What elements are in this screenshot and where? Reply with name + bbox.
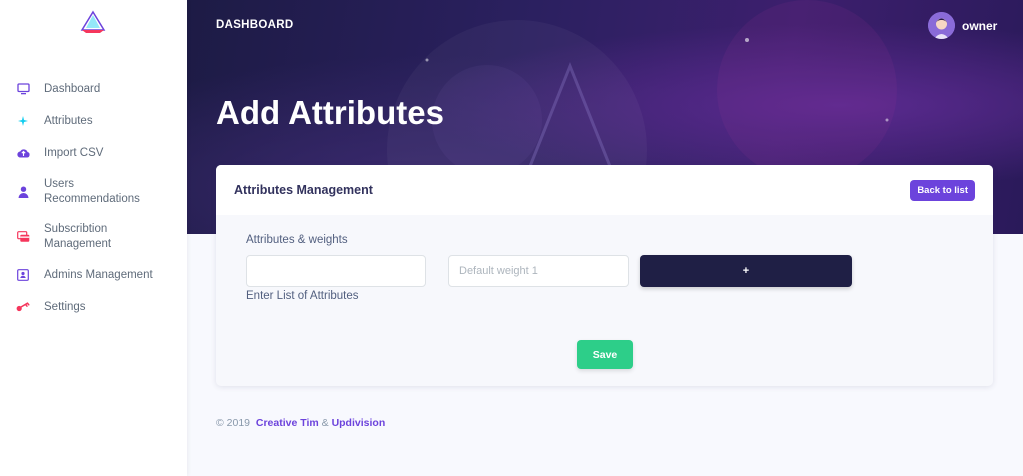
user-name: owner bbox=[962, 18, 998, 33]
key-icon bbox=[16, 300, 30, 314]
attribute-input[interactable] bbox=[246, 255, 426, 287]
attributes-field-label: Attributes & weights bbox=[246, 234, 348, 246]
footer-link-creative-tim[interactable]: Creative Tim bbox=[256, 417, 319, 429]
footer-copyright: © 2019 bbox=[216, 417, 251, 429]
topbar-title[interactable]: DASHBOARD bbox=[216, 19, 293, 31]
save-button[interactable]: Save bbox=[577, 340, 633, 369]
cloud-upload-icon bbox=[16, 146, 30, 160]
weight-input[interactable] bbox=[448, 255, 629, 287]
avatar bbox=[928, 12, 955, 39]
user-menu[interactable]: owner bbox=[928, 12, 997, 39]
monitor-icon bbox=[16, 82, 30, 96]
sidebar-item-label: Attributes bbox=[44, 114, 93, 127]
footer-separator: & bbox=[321, 417, 329, 429]
sidebar-item-label: Dashboard bbox=[44, 82, 101, 95]
sidebar-item-dashboard[interactable]: Dashboard bbox=[0, 73, 187, 105]
sidebar-item-admins-management[interactable]: Admins Management bbox=[0, 259, 187, 291]
brand-logo[interactable] bbox=[80, 10, 106, 34]
sidebar-item-label: Admins Management bbox=[44, 268, 153, 281]
sidebar-item-label: Settings bbox=[44, 300, 86, 313]
attributes-card: Attributes Management Back to list Attri… bbox=[216, 165, 993, 386]
back-to-list-button[interactable]: Back to list bbox=[910, 179, 975, 201]
sidebar-item-subscription-management[interactable]: Subscribtion Management bbox=[0, 214, 187, 259]
cards-icon bbox=[16, 230, 30, 244]
footer: © 2019 Creative Tim & Updivision bbox=[216, 417, 385, 429]
card-title: Attributes Management bbox=[234, 183, 373, 197]
sidebar-item-label: Import CSV bbox=[44, 146, 104, 159]
sidebar-item-attributes[interactable]: Attributes bbox=[0, 105, 187, 137]
sidebar-item-settings[interactable]: Settings bbox=[0, 291, 187, 323]
sparkle-icon bbox=[16, 114, 30, 128]
add-attribute-button[interactable]: + bbox=[640, 255, 852, 287]
page-title: Add Attributes bbox=[216, 94, 444, 131]
sidebar-nav: Dashboard Attributes Import CSV Users Re… bbox=[0, 73, 187, 323]
id-card-icon bbox=[16, 268, 30, 282]
card-header: Attributes Management Back to list bbox=[216, 165, 993, 215]
user-icon bbox=[16, 185, 30, 199]
sidebar-item-label: Subscribtion Management bbox=[44, 222, 112, 250]
sidebar-item-users-recommendations[interactable]: Users Recommendations bbox=[0, 169, 187, 214]
sidebar: Dashboard Attributes Import CSV Users Re… bbox=[0, 0, 187, 476]
attributes-help-text: Enter List of Attributes bbox=[246, 290, 359, 302]
footer-link-updivision[interactable]: Updivision bbox=[332, 417, 386, 429]
sidebar-item-label: Users Recommendations bbox=[44, 177, 140, 205]
sidebar-item-import-csv[interactable]: Import CSV bbox=[0, 137, 187, 169]
